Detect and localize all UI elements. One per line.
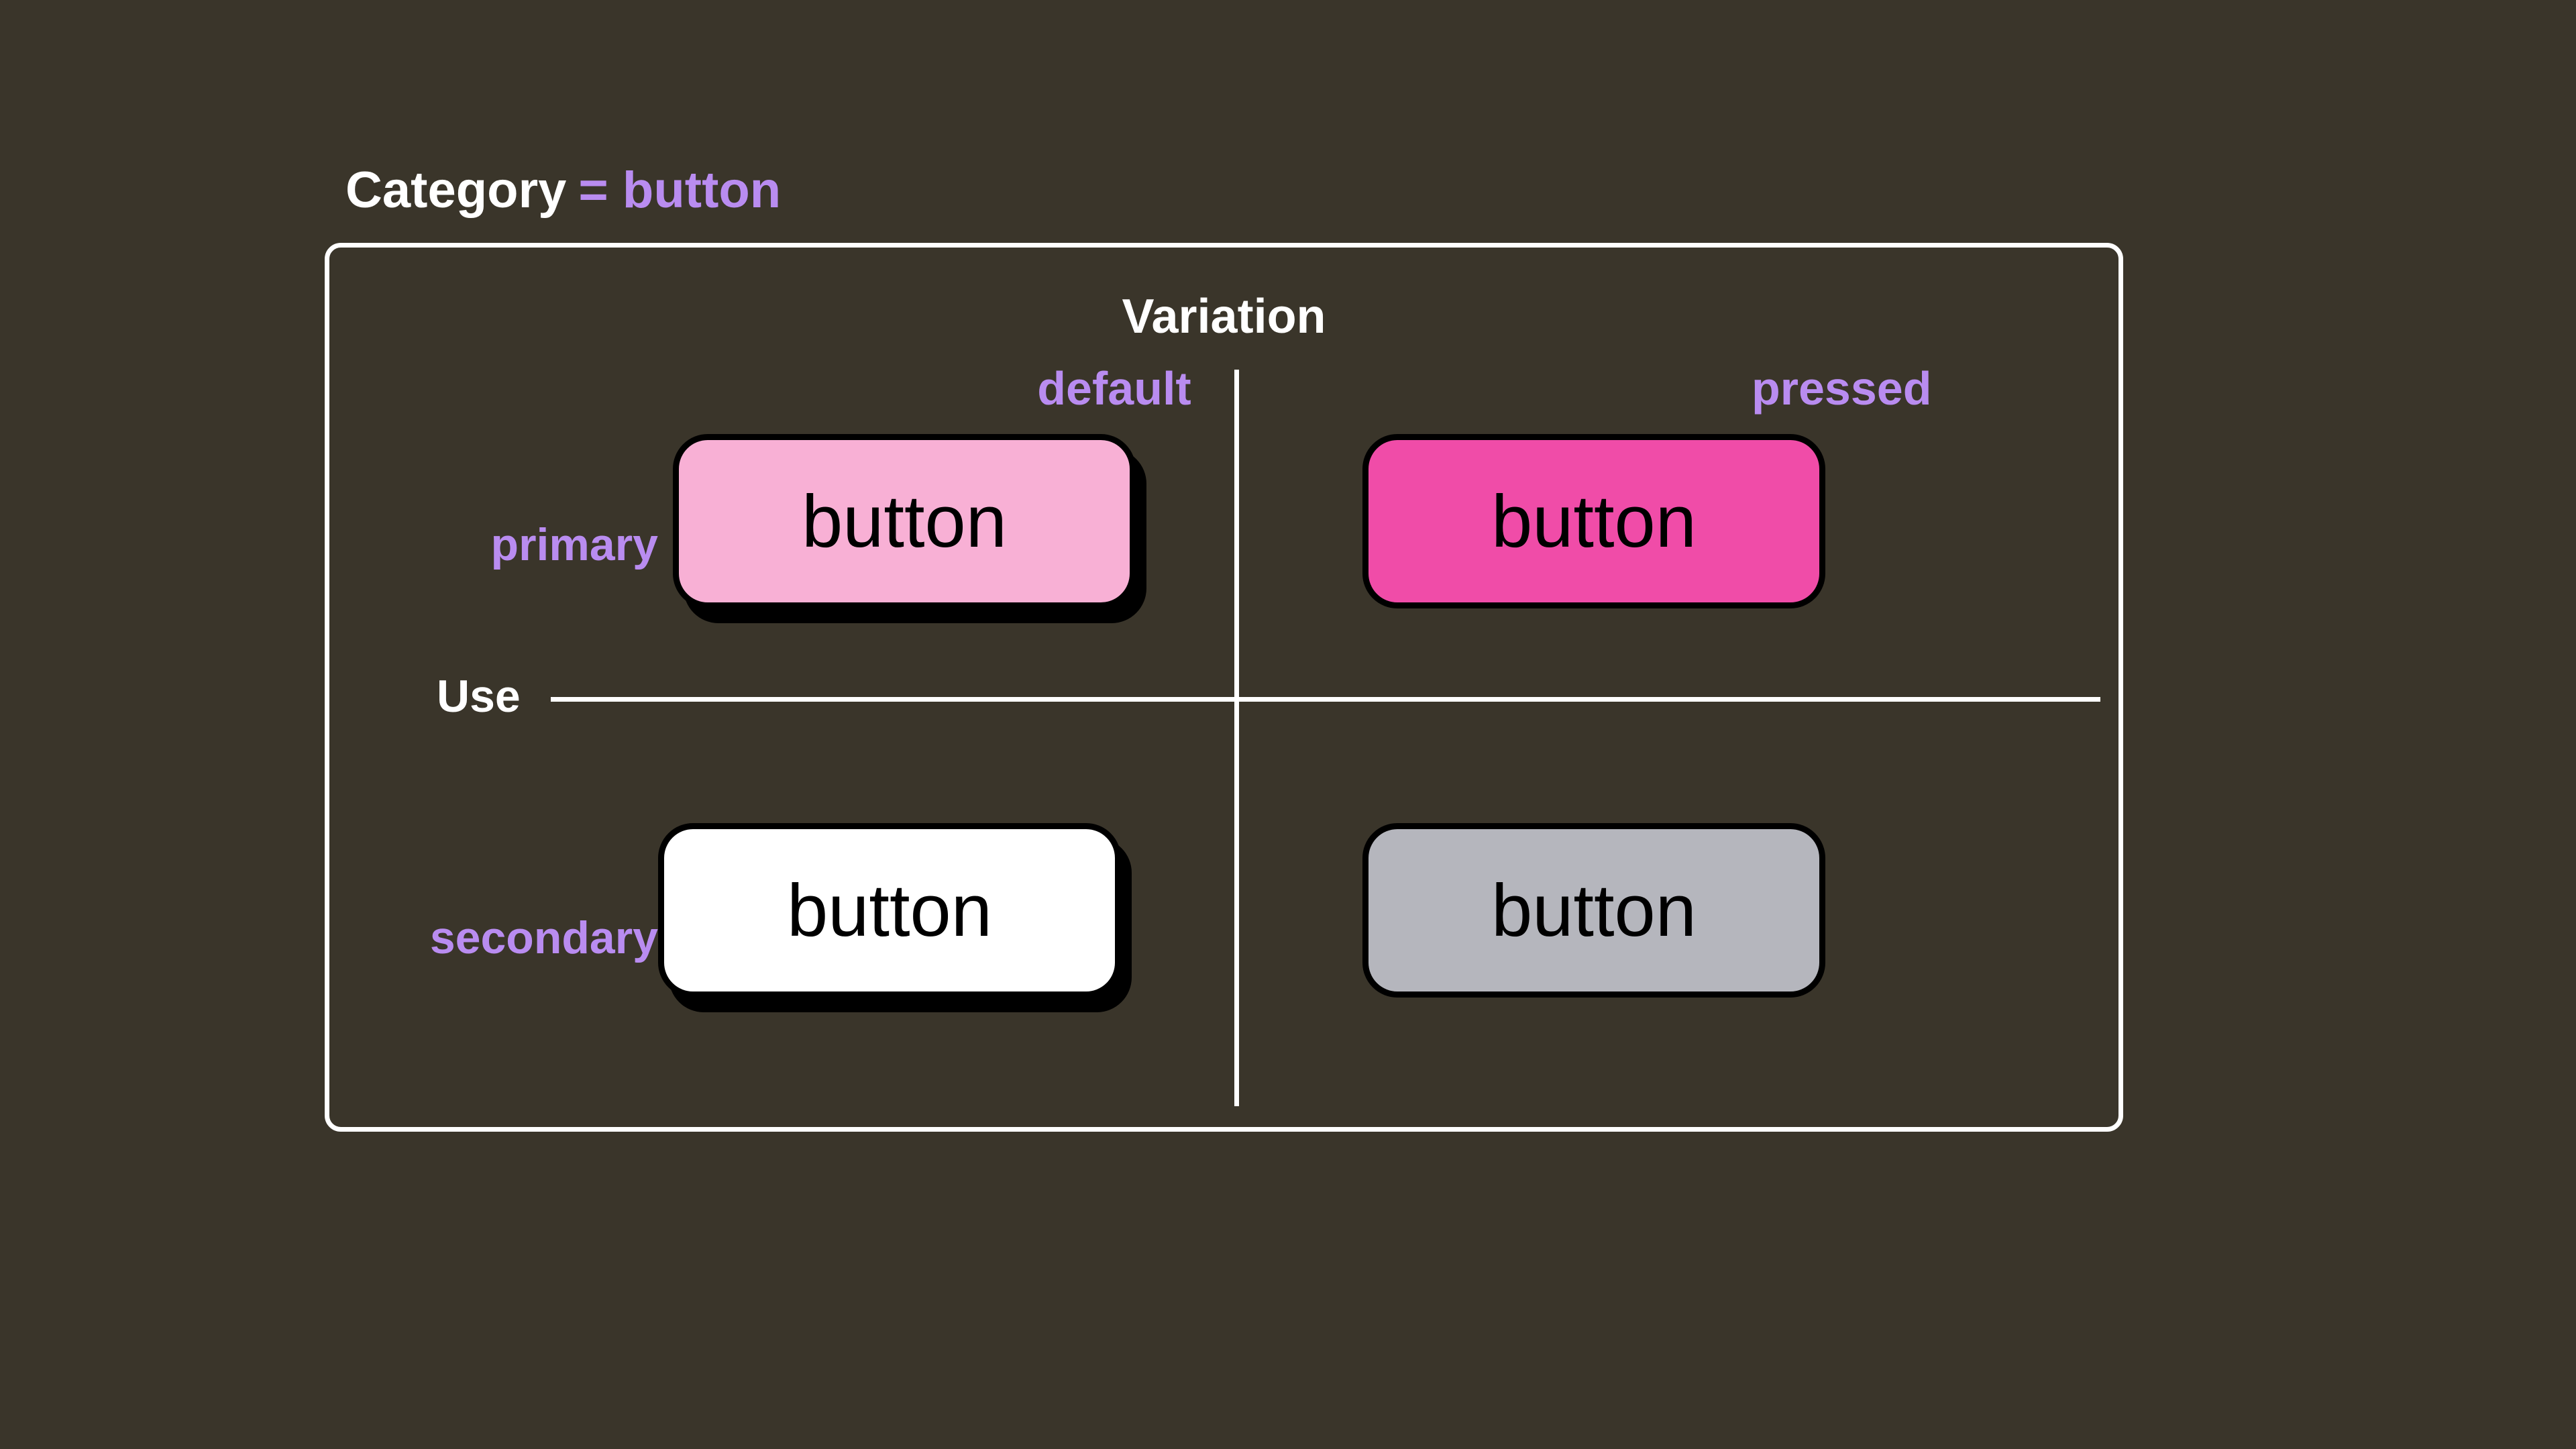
variation-matrix-box: Variation default pressed Use primary se… bbox=[325, 243, 2123, 1132]
axis-divider-horizontal bbox=[551, 697, 2100, 702]
column-header-default: default bbox=[1027, 362, 1201, 415]
button-label: button bbox=[1491, 868, 1697, 953]
button-secondary-pressed[interactable]: button bbox=[1362, 823, 1825, 998]
column-header-pressed: pressed bbox=[1752, 362, 1926, 415]
button-label: button bbox=[802, 479, 1007, 564]
variation-axis-title: Variation bbox=[329, 289, 2118, 344]
category-value: = button bbox=[578, 161, 781, 219]
axis-divider-vertical bbox=[1234, 370, 1239, 1106]
category-heading: Category = button bbox=[345, 161, 781, 219]
row-header-secondary: secondary bbox=[390, 912, 658, 964]
category-label: Category bbox=[345, 161, 566, 219]
button-secondary-default[interactable]: button bbox=[658, 823, 1121, 998]
button-primary-pressed[interactable]: button bbox=[1362, 434, 1825, 608]
button-label: button bbox=[787, 868, 992, 953]
use-axis-title: Use bbox=[437, 670, 521, 722]
button-label: button bbox=[1491, 479, 1697, 564]
diagram-canvas: Category = button Variation default pres… bbox=[0, 0, 2576, 1449]
row-header-primary: primary bbox=[390, 519, 658, 571]
button-primary-default[interactable]: button bbox=[673, 434, 1136, 608]
